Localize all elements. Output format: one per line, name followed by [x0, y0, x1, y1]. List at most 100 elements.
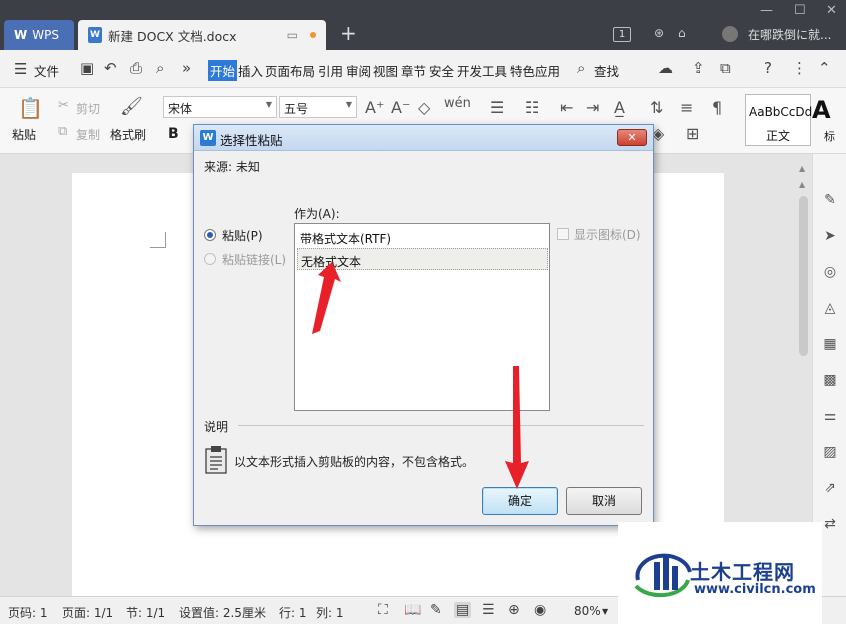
copy-button[interactable]: 复制	[76, 126, 100, 143]
scroll-up-icon[interactable]: ▲	[799, 164, 805, 173]
reading-mode-icon[interactable]: 📖	[404, 602, 421, 618]
paste-icon[interactable]: 📋	[18, 96, 43, 120]
more-icon[interactable]: ⋮	[792, 59, 807, 77]
cut-button[interactable]: 剪切	[76, 100, 100, 117]
border-icon[interactable]: ⊞	[686, 124, 699, 143]
eye-protect-icon[interactable]: ◉	[534, 602, 546, 618]
format-painter-icon[interactable]: 🖌	[120, 96, 143, 117]
ok-button[interactable]: 确定	[482, 487, 558, 515]
export-icon[interactable]: ⇗	[822, 480, 838, 496]
pointer-icon[interactable]: ➤	[822, 228, 838, 244]
paste-as-list[interactable]: 带格式文本(RTF) 无格式文本	[294, 223, 550, 411]
close-window-icon[interactable]: ✕	[826, 3, 837, 18]
avatar[interactable]	[722, 26, 738, 42]
skin-icon[interactable]: ⌂	[678, 26, 686, 40]
pen-icon[interactable]: ✎	[822, 192, 838, 208]
fill-icon[interactable]: ◬	[822, 300, 838, 316]
list-item-plain-text[interactable]: 无格式文本	[297, 248, 548, 270]
menu-search[interactable]: 查找	[594, 61, 619, 80]
dialog-title-bar[interactable]: W 选择性粘贴 ✕	[194, 125, 653, 151]
watermark-title: 土木工程网	[690, 560, 795, 584]
cancel-button[interactable]: 取消	[566, 487, 642, 515]
menu-file[interactable]: 文件	[34, 61, 59, 80]
cloud-sync-icon[interactable]: ⊛	[654, 26, 664, 40]
undo-history-icon[interactable]: ↶	[104, 59, 117, 77]
font-size-select[interactable]: 五号 ▼	[279, 96, 357, 118]
window-count-badge[interactable]: 1	[613, 27, 631, 42]
clear-format-icon[interactable]: ◇	[418, 98, 430, 117]
numbered-list-icon[interactable]: ☷	[525, 98, 539, 117]
fullscreen-icon[interactable]: ⛶	[378, 602, 388, 618]
search-icon[interactable]: ⌕	[577, 59, 585, 77]
style-sample: AaBbCcDd	[749, 105, 813, 119]
shapes-icon[interactable]: ◎	[822, 264, 838, 280]
page-view-icon[interactable]: ▤	[454, 602, 472, 618]
menu-tab-insert[interactable]: 插入	[238, 61, 263, 80]
dialog-close-button[interactable]: ✕	[617, 129, 647, 146]
format-painter-button[interactable]: 格式刷	[110, 126, 146, 143]
increase-font-icon[interactable]: A⁺	[365, 98, 384, 117]
minimize-icon[interactable]: —	[760, 3, 773, 18]
paste-radio[interactable]	[204, 229, 216, 241]
paragraph-mark-icon[interactable]: ¶	[712, 98, 722, 117]
font-name-select[interactable]: 宋体 ▼	[163, 96, 277, 118]
menu-tab-page-layout[interactable]: 页面布局	[265, 61, 315, 80]
bullet-list-icon[interactable]: ☰	[490, 98, 504, 117]
menu-tab-features[interactable]: 特色应用	[510, 61, 560, 80]
tab-wps-home[interactable]: W WPS	[4, 20, 74, 50]
menu-tab-references[interactable]: 引用	[318, 61, 343, 80]
menu-tab-chapter[interactable]: 章节	[401, 61, 426, 80]
monitor-icon[interactable]: ▭	[287, 28, 298, 42]
style-normal[interactable]: AaBbCcDd 正文	[745, 94, 813, 146]
increase-indent-icon[interactable]: ⇥	[586, 98, 599, 117]
copy-icon: ⧉	[58, 124, 68, 139]
menu-tab-view[interactable]: 视图	[373, 61, 398, 80]
user-name[interactable]: 在哪跌倒に就...	[748, 26, 831, 43]
web-view-icon[interactable]: ⊕	[508, 602, 520, 618]
text-direction-icon[interactable]: A̲	[614, 98, 625, 117]
print-preview-icon[interactable]: ⌕	[156, 59, 164, 77]
tab-document[interactable]: W 新建 DOCX 文档.docx ▭	[78, 20, 326, 50]
zoom-chevron-down-icon[interactable]: ▼	[602, 607, 608, 616]
table-icon[interactable]: ▦	[822, 336, 838, 352]
maximize-icon[interactable]: ☐	[794, 3, 806, 18]
style-heading-label: 标	[824, 130, 835, 143]
edit-mode-icon[interactable]: ✎	[430, 602, 442, 618]
font-size-value: 五号	[284, 102, 309, 116]
document-icon: W	[88, 27, 102, 43]
hamburger-icon[interactable]: ☰	[14, 60, 27, 78]
menu-tab-security[interactable]: 安全	[429, 61, 454, 80]
settings-sliders-icon[interactable]: ⚌	[822, 408, 838, 424]
decrease-font-icon[interactable]: A⁻	[391, 98, 410, 117]
phonetic-icon[interactable]: wén	[444, 96, 471, 111]
print-icon[interactable]: ⎙	[130, 59, 142, 77]
image-icon[interactable]: ▨	[822, 444, 838, 460]
menu-tab-developer[interactable]: 开发工具	[457, 61, 507, 80]
menu-tab-home[interactable]: 开始	[208, 60, 238, 81]
new-tab-button[interactable]: +	[340, 23, 357, 43]
split-icon[interactable]: ⇄	[822, 516, 838, 532]
more-arrows-icon[interactable]: »	[182, 59, 191, 77]
paste-button[interactable]: 粘贴	[12, 126, 36, 143]
zoom-level[interactable]: 80%	[574, 604, 601, 618]
list-item-rtf[interactable]: 带格式文本(RTF)	[297, 226, 548, 248]
share-icon[interactable]: ⇪	[692, 59, 705, 77]
description-text: 以文本形式插入剪贴板的内容，不包含格式。	[234, 455, 475, 469]
toolbox-icon[interactable]: ⧉	[720, 59, 731, 77]
scroll-thumb[interactable]	[799, 196, 808, 356]
menu-bar: ☰ 文件 ▣ ↶ ⎙ ⌕ » 开始 插入 页面布局 引用 审阅 视图 章节 安全…	[0, 50, 846, 88]
sort-icon[interactable]: ⇅	[650, 98, 663, 117]
style-heading-preview[interactable]: A	[812, 96, 831, 124]
cloud-icon[interactable]: ☁	[658, 59, 673, 77]
outline-view-icon[interactable]: ☰	[482, 602, 495, 618]
menu-tab-review[interactable]: 审阅	[346, 61, 371, 80]
line-spacing-icon[interactable]: ≡	[680, 98, 693, 117]
decrease-indent-icon[interactable]: ⇤	[560, 98, 573, 117]
bold-button[interactable]: B	[168, 126, 179, 142]
scroll-up2-icon[interactable]: ▲	[799, 180, 805, 189]
help-icon[interactable]: ?	[764, 59, 772, 77]
collapse-ribbon-icon[interactable]: ⌃	[818, 59, 831, 77]
save-icon[interactable]: ▣	[80, 59, 94, 77]
grid-icon[interactable]: ▩	[822, 372, 838, 388]
paste-radio-label[interactable]: 粘贴(P)	[222, 227, 263, 244]
